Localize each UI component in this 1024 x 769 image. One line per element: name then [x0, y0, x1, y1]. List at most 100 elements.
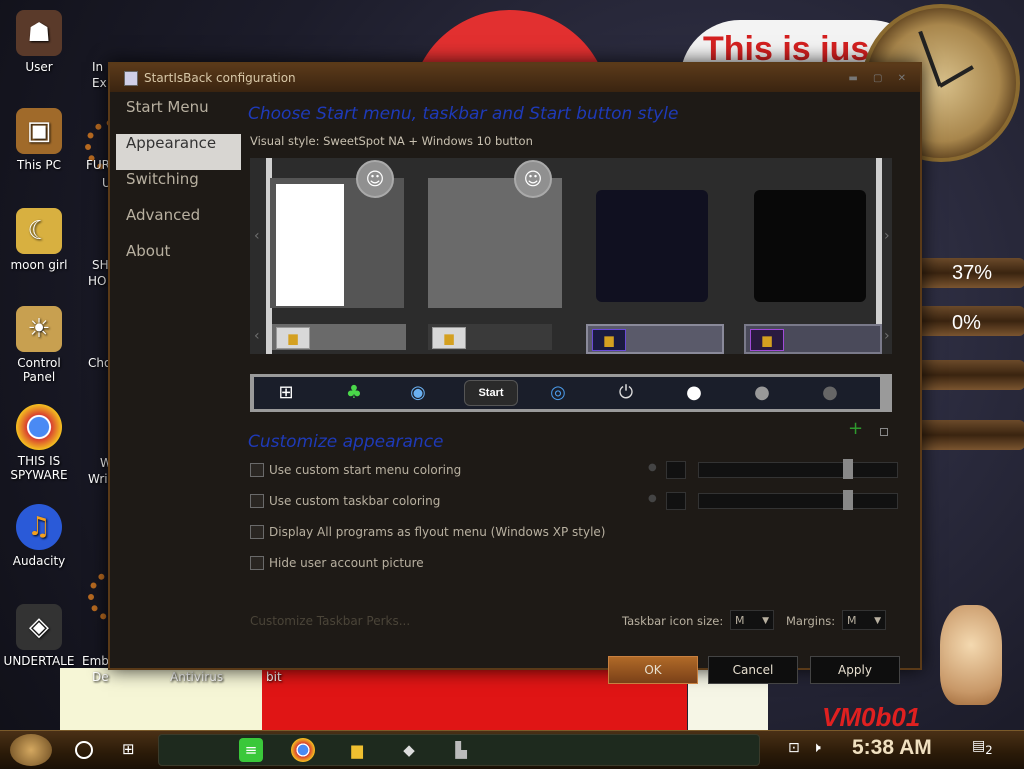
- gray-orb-icon[interactable]: ●: [746, 381, 778, 405]
- start-menu-style-3[interactable]: [596, 190, 708, 302]
- nav-start-menu[interactable]: Start Menu: [116, 98, 241, 134]
- desktop-icon-partial[interactable]: bit: [266, 670, 282, 684]
- desktop-icon-partial[interactable]: Emb: [82, 654, 109, 668]
- taskbar-icon-size-select[interactable]: M ▼: [730, 610, 774, 630]
- startisback-icon[interactable]: ▙: [449, 738, 473, 762]
- window-controls[interactable]: ▬ ▢ ✕: [848, 73, 912, 84]
- eyedropper-icon[interactable]: ●: [648, 493, 657, 504]
- taskbar-style-3[interactable]: ▆: [586, 324, 724, 354]
- app-icon: [124, 71, 138, 86]
- user-folder-icon: ☗: [16, 10, 62, 56]
- checkbox[interactable]: [250, 494, 264, 508]
- notifications-icon[interactable]: ▤2: [972, 738, 994, 760]
- this-pc-icon: ▣: [16, 108, 62, 154]
- title-bar[interactable]: StartIsBack configuration ▬ ▢ ✕: [110, 64, 920, 92]
- customize-section-title: Customize appearance: [248, 432, 444, 452]
- desktop-icon-partial[interactable]: Antivirus: [170, 670, 223, 684]
- start-xp-button[interactable]: Start: [464, 380, 518, 406]
- checkbox[interactable]: [250, 463, 264, 477]
- desktop-icon-user[interactable]: ☗ User: [0, 10, 78, 74]
- style-section-title: Choose Start menu, taskbar and Start but…: [248, 104, 679, 124]
- eyedropper-icon[interactable]: ●: [648, 462, 657, 473]
- desktop-icon-undertale[interactable]: ◈ UNDERTALE: [0, 604, 78, 668]
- desktop-icon-partial[interactable]: Wri: [88, 472, 108, 486]
- scroll-right-icon[interactable]: ›: [884, 228, 890, 244]
- power-icon[interactable]: ⏻: [610, 381, 642, 405]
- desktop-icon-partial[interactable]: De: [92, 670, 109, 684]
- network-icon[interactable]: ⊡: [788, 740, 800, 756]
- nav-appearance[interactable]: Appearance: [116, 134, 241, 170]
- start-menu-transparency-slider[interactable]: [698, 459, 898, 479]
- option-hide-user-picture[interactable]: Hide user account picture: [250, 553, 424, 573]
- scroll-left-icon[interactable]: ‹: [254, 328, 260, 344]
- windows-10-flag-icon[interactable]: ⊞: [270, 381, 302, 405]
- option-custom-taskbar-coloring[interactable]: Use custom taskbar coloring: [250, 491, 440, 511]
- desktop-icon-chrome[interactable]: THIS IS SPYWARE: [0, 404, 78, 482]
- taskbar-transparency-slider[interactable]: [698, 490, 898, 510]
- checkbox[interactable]: [250, 525, 264, 539]
- volume-muted-icon[interactable]: 🕨: [812, 740, 821, 756]
- search-icon[interactable]: [75, 741, 93, 759]
- vm-label: VM0b01: [822, 702, 921, 732]
- checkbox[interactable]: [250, 556, 264, 570]
- dark-orb-icon[interactable]: ●: [814, 381, 846, 405]
- nav-advanced[interactable]: Advanced: [116, 206, 241, 242]
- task-view-icon[interactable]: ⊞: [122, 740, 135, 758]
- desktop-icon-partial[interactable]: SH: [92, 258, 109, 272]
- control-panel-icon: ☀: [16, 306, 62, 352]
- margins-select[interactable]: M ▼: [842, 610, 886, 630]
- system-tray: ⊡ 🕨 5:38 AM ▤2: [770, 734, 1020, 766]
- taskbar-clock[interactable]: 5:38 AM: [852, 736, 932, 760]
- more-icon[interactable]: [880, 428, 888, 436]
- ring-orb-icon[interactable]: ◎: [542, 381, 574, 405]
- windows-7-orb-icon[interactable]: ◉: [402, 381, 434, 405]
- taskbar-style-2[interactable]: ▆: [428, 324, 552, 350]
- customize-taskbar-perks-link[interactable]: Customize Taskbar Perks...: [250, 614, 410, 628]
- add-style-icon[interactable]: +: [848, 418, 863, 439]
- desktop-icon-control-panel[interactable]: ☀ Control Panel: [0, 306, 78, 384]
- start-button[interactable]: [10, 734, 52, 766]
- style-previews: ‹ › ‹ › ☺ ☺ ▆ ▆ ▆ ▆: [250, 158, 892, 354]
- desktop-icon-audacity[interactable]: ♫ Audacity: [0, 504, 78, 568]
- white-orb-icon[interactable]: ●: [678, 381, 710, 405]
- nav-switching[interactable]: Switching: [116, 170, 241, 206]
- desktop-icon-partial[interactable]: Ex: [92, 76, 107, 90]
- wallpaper-block: [60, 668, 265, 730]
- desktop-icon-partial[interactable]: In: [92, 60, 103, 74]
- notes-icon[interactable]: ≡: [239, 738, 263, 762]
- ok-button[interactable]: OK: [608, 656, 698, 684]
- desktop-icon-partial[interactable]: HO: [88, 274, 106, 288]
- nav-about[interactable]: About: [116, 242, 241, 278]
- cancel-button[interactable]: Cancel: [708, 656, 798, 684]
- user-avatar-icon: ☺: [356, 160, 394, 198]
- option-custom-start-menu-coloring[interactable]: Use custom start menu coloring: [250, 460, 461, 480]
- file-explorer-icon[interactable]: ▆: [345, 738, 369, 762]
- audacity-icon: ♫: [16, 504, 62, 550]
- taskbar-style-1[interactable]: ▆: [272, 324, 406, 350]
- user-avatar-icon: ☺: [514, 160, 552, 198]
- taskbar-color-swatch[interactable]: [666, 492, 686, 510]
- taskbar-icon-size-label: Taskbar icon size:: [622, 614, 724, 628]
- cpu-gauge-value: 37%: [952, 262, 993, 284]
- margins-label: Margins:: [786, 614, 836, 628]
- clover-orb-icon[interactable]: ♣: [338, 381, 370, 405]
- start-menu-style-4[interactable]: [754, 190, 866, 302]
- desktop-icon-this-pc[interactable]: ▣ This PC: [0, 108, 78, 172]
- scroll-left-icon[interactable]: ‹: [254, 228, 260, 244]
- desktop-icon-moon-girl[interactable]: ☾ moon girl: [0, 208, 78, 272]
- moon-girl-icon: ☾: [16, 208, 62, 254]
- start-menu-style-1[interactable]: ☺: [270, 160, 404, 308]
- roblox-icon[interactable]: ◆: [397, 738, 421, 762]
- chrome-icon[interactable]: [291, 738, 315, 762]
- ram-gauge-value: 0%: [952, 312, 981, 334]
- taskbar-style-4[interactable]: ▆: [744, 324, 882, 354]
- chevron-down-icon: ▼: [874, 616, 881, 626]
- scroll-right-icon[interactable]: ›: [884, 328, 890, 344]
- start-menu-style-2[interactable]: ☺: [428, 160, 562, 308]
- start-menu-color-swatch[interactable]: [666, 461, 686, 479]
- option-all-programs-flyout[interactable]: Display All programs as flyout menu (Win…: [250, 522, 605, 542]
- visual-style-label: Visual style: SweetSpot NA + Windows 10 …: [250, 134, 533, 148]
- taskbar: ⊞ ≡ ▆ ◆ ▙ ⊡ 🕨 5:38 AM ▤2: [0, 730, 1024, 769]
- desktop-icon-partial[interactable]: FUR: [86, 158, 110, 172]
- apply-button[interactable]: Apply: [810, 656, 900, 684]
